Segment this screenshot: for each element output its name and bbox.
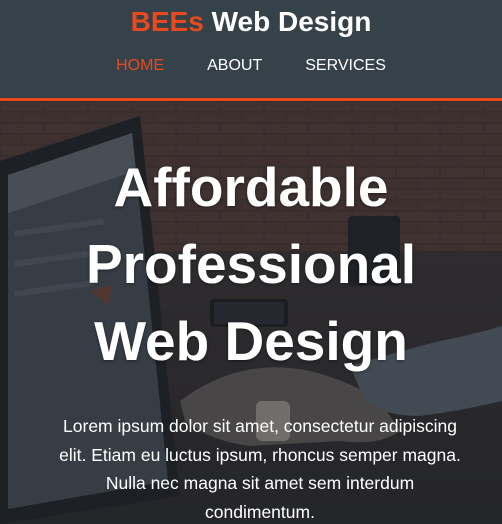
hero-text: Lorem ipsum dolor sit amet, consectetur … [59, 416, 461, 522]
main-nav: HOME ABOUT SERVICES [0, 56, 502, 76]
site-logo[interactable]: BEEs Web Design [0, 5, 502, 39]
hero-heading: Affordable Professional Web Design [85, 156, 417, 372]
brand-name: Web Design [203, 6, 372, 37]
brand-accent: BEEs [130, 6, 204, 37]
site-header: BEEs Web Design HOME ABOUT SERVICES [0, 0, 502, 101]
hero-content: Affordable Professional Web Design Lorem… [0, 101, 502, 524]
nav-link-services[interactable]: SERVICES [305, 56, 386, 76]
nav-link-home[interactable]: HOME [116, 56, 164, 76]
nav-link-about[interactable]: ABOUT [207, 56, 262, 76]
hero-showcase: Affordable Professional Web Design Lorem… [0, 101, 502, 524]
